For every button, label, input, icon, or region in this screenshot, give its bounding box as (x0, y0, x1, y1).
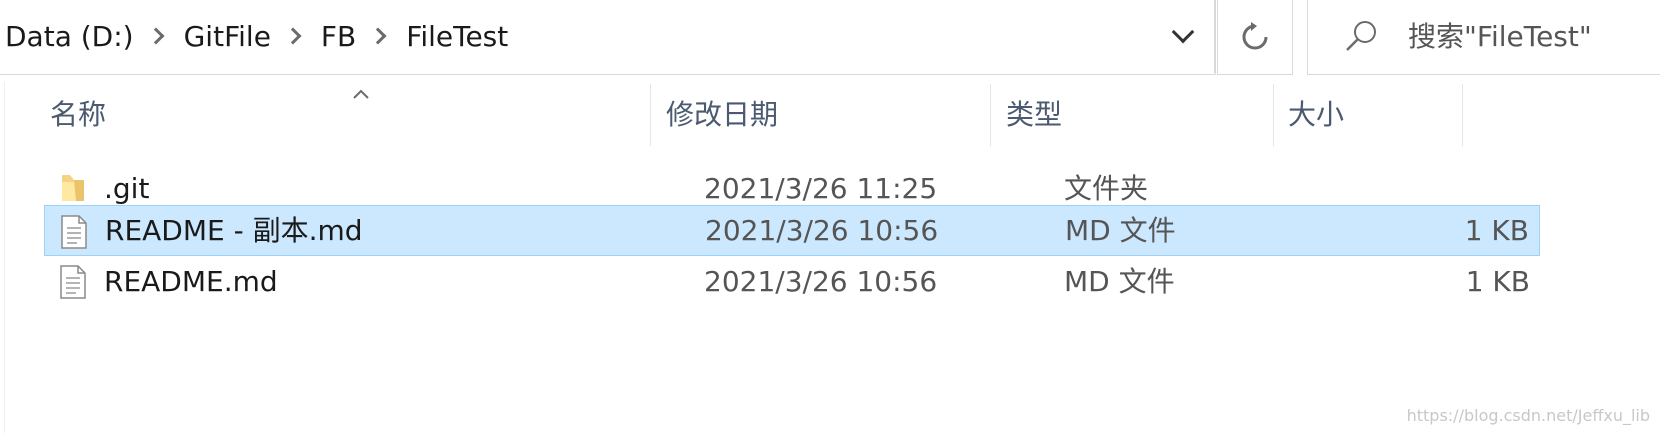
column-divider[interactable] (1273, 84, 1274, 146)
breadcrumb: Data (D:) GitFile FB FileTest (5, 0, 508, 73)
chevron-down-icon (1171, 20, 1194, 44)
column-divider[interactable] (990, 84, 991, 146)
column-divider[interactable] (1462, 84, 1463, 146)
column-header-name[interactable]: 名称 (50, 82, 106, 148)
file-modified: 2021/3/26 10:56 (704, 265, 938, 298)
file-explorer: Data (D:) GitFile FB FileTest 搜索"FileTes… (0, 0, 1660, 433)
breadcrumb-item-fb[interactable]: FB (321, 20, 356, 53)
navigation-bar: Data (D:) GitFile FB FileTest 搜索"FileTes… (0, 0, 1660, 76)
chevron-right-icon[interactable] (284, 27, 302, 45)
file-row-readme-copy[interactable]: README - 副本.md 2021/3/26 10:56 MD 文件 1 K… (44, 205, 1540, 256)
address-history-button[interactable] (1151, 0, 1215, 73)
file-type: MD 文件 (1064, 265, 1175, 298)
breadcrumb-item-gitfile[interactable]: GitFile (184, 20, 271, 53)
column-header-row: 名称 修改日期 类型 大小 (0, 82, 1660, 148)
search-icon (1346, 21, 1376, 51)
document-icon (60, 265, 86, 299)
search-input[interactable]: 搜索"FileTest" (1408, 0, 1592, 74)
search-box[interactable]: 搜索"FileTest" (1307, 0, 1660, 75)
watermark: https://blog.csdn.net/Jeffxu_lib (1406, 406, 1650, 425)
column-divider[interactable] (650, 84, 651, 146)
refresh-icon (1242, 21, 1268, 49)
column-header-size[interactable]: 大小 (1288, 82, 1344, 148)
file-modified: 2021/3/26 10:56 (705, 214, 939, 247)
breadcrumb-item-drive[interactable]: Data (D:) (5, 20, 134, 53)
folder-icon (62, 175, 84, 201)
refresh-button[interactable] (1217, 0, 1293, 75)
breadcrumb-item-filetest[interactable]: FileTest (406, 20, 508, 53)
address-bar[interactable]: Data (D:) GitFile FB FileTest (0, 0, 1216, 75)
document-icon (61, 215, 87, 249)
file-size: 1 KB (1464, 214, 1529, 247)
chevron-right-icon[interactable] (369, 27, 387, 45)
file-name: README.md (104, 265, 278, 298)
file-row-readme[interactable]: README.md 2021/3/26 10:56 MD 文件 1 KB (44, 256, 1540, 307)
chevron-right-icon[interactable] (147, 27, 165, 45)
sort-ascending-icon (353, 89, 369, 99)
column-header-type[interactable]: 类型 (1006, 82, 1062, 148)
file-size: 1 KB (1465, 265, 1530, 298)
file-name: README - 副本.md (105, 214, 363, 247)
file-type: MD 文件 (1065, 214, 1176, 247)
column-header-modified[interactable]: 修改日期 (666, 82, 778, 148)
